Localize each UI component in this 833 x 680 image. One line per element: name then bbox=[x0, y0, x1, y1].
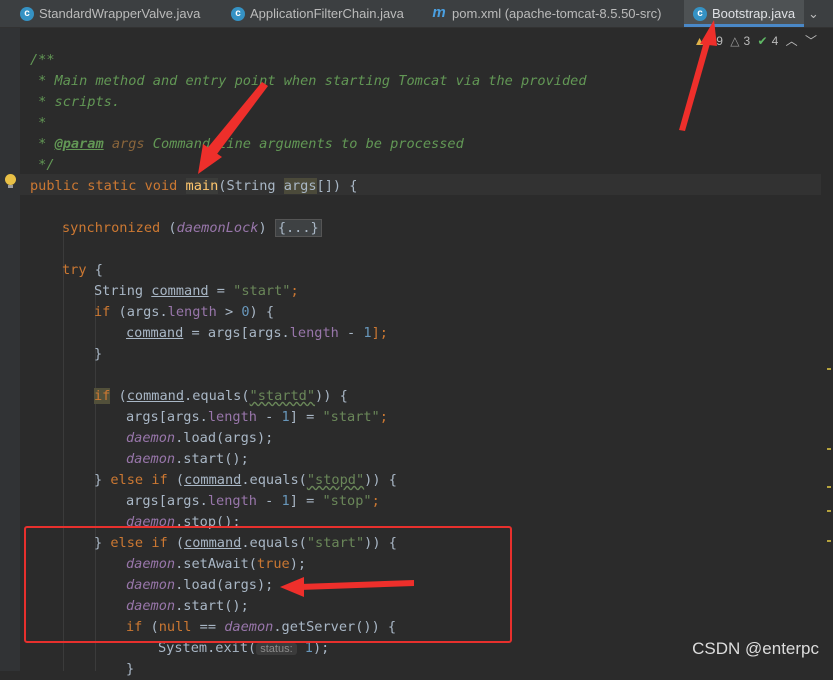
arrow-shaft-to-main bbox=[205, 82, 268, 158]
watermark: CSDN @enterpc bbox=[692, 639, 819, 658]
annotation-arrow bbox=[280, 577, 414, 597]
arrow-shaft-to-load bbox=[300, 580, 414, 590]
arrow-shaft-to-tab bbox=[679, 38, 711, 131]
arrow-head-to-load bbox=[280, 577, 304, 597]
annotation-arrow bbox=[679, 20, 717, 131]
annotation-arrow bbox=[198, 82, 268, 174]
arrow-head-to-tab bbox=[700, 20, 717, 46]
annotation-arrows bbox=[198, 20, 717, 597]
